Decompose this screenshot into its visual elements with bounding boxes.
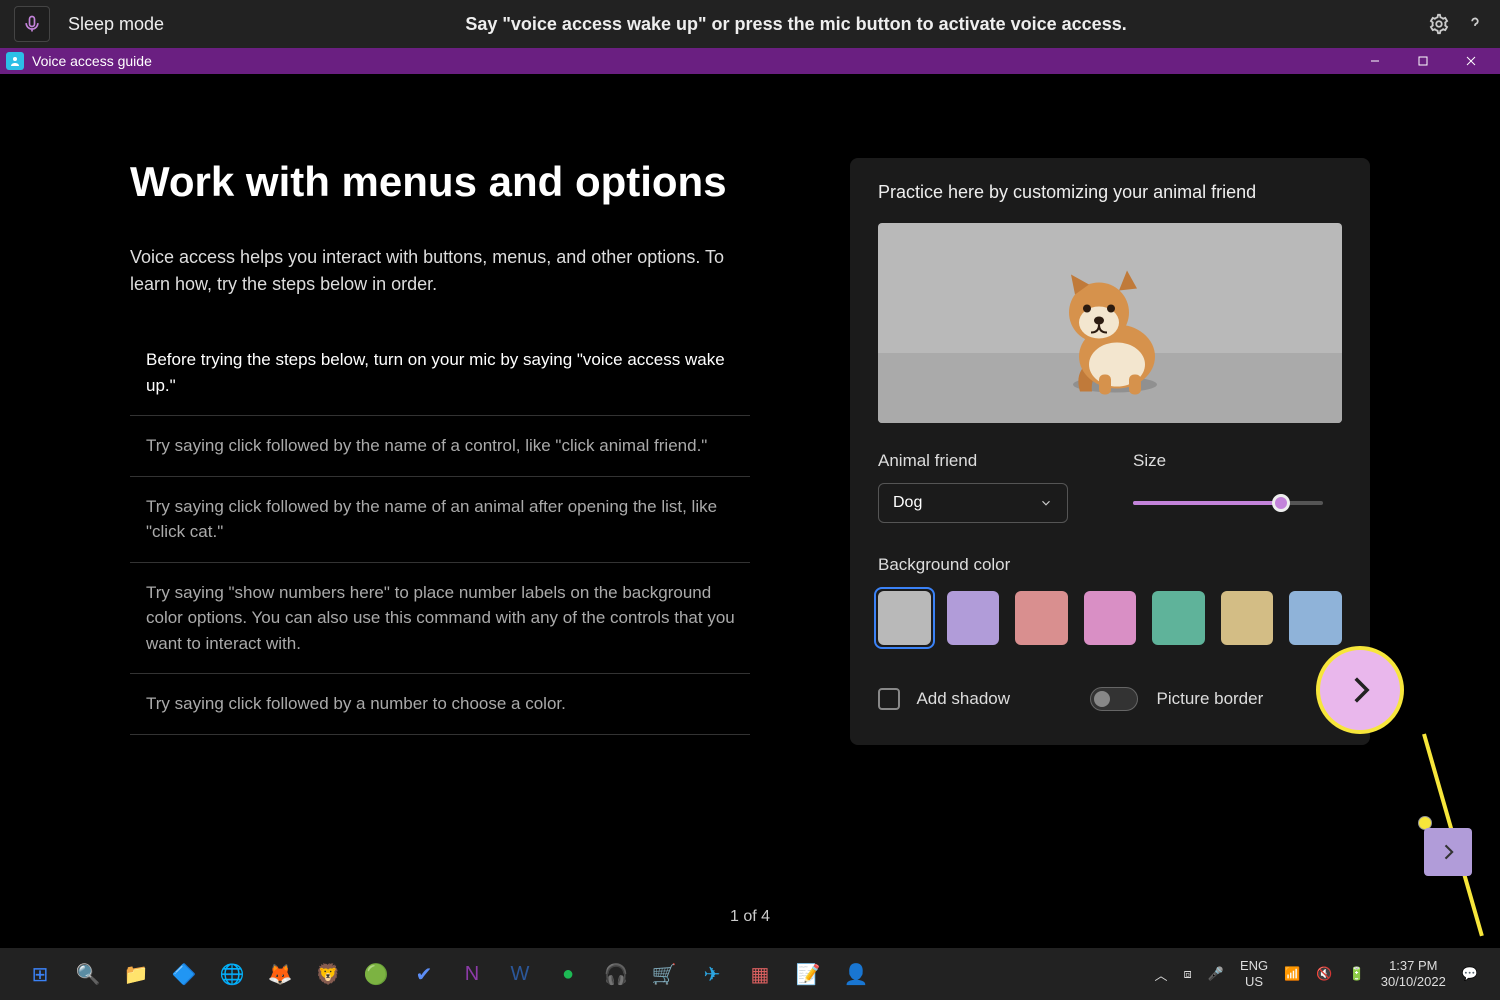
mic-button[interactable] [14, 6, 50, 42]
volume-mute-icon[interactable]: 🔇 [1316, 966, 1332, 982]
voice-status: Sleep mode [68, 14, 164, 35]
color-swatch[interactable] [947, 591, 1000, 645]
select-value: Dog [893, 494, 922, 512]
audacity-icon[interactable]: 🎧 [598, 956, 634, 992]
picture-border-label: Picture border [1156, 689, 1263, 708]
next-page-button[interactable] [1424, 828, 1472, 876]
next-page-highlight[interactable] [1316, 646, 1404, 734]
notepad-icon[interactable]: 📝 [790, 956, 826, 992]
system-tray: ︿ ⧈ 🎤 ENG US 📶 🔇 🔋 1:37 PM 30/10/2022 💬 [1155, 958, 1492, 989]
file-explorer-icon[interactable]: 📁 [118, 956, 154, 992]
clock[interactable]: 1:37 PM 30/10/2022 [1381, 958, 1446, 989]
step-item: Before trying the steps below, turn on y… [130, 330, 750, 416]
help-icon[interactable] [1464, 13, 1486, 35]
onenote-icon[interactable]: N [454, 956, 490, 992]
color-swatch[interactable] [1084, 591, 1137, 645]
dog-illustration [1035, 267, 1185, 412]
toggle-icon [1090, 687, 1138, 711]
picture-border-toggle[interactable]: Picture border [1090, 687, 1263, 711]
firefox-icon[interactable]: 🦊 [262, 956, 298, 992]
brave-icon[interactable]: 🦁 [310, 956, 346, 992]
wifi-icon[interactable]: 📶 [1284, 966, 1300, 982]
mic-icon [22, 14, 42, 34]
intro-text: Voice access helps you interact with but… [130, 244, 740, 298]
maximize-button[interactable] [1400, 48, 1446, 74]
add-shadow-checkbox[interactable]: Add shadow [878, 688, 1010, 710]
size-group: Size [1133, 451, 1342, 523]
chevron-down-icon [1039, 496, 1053, 510]
language-indicator[interactable]: ENG US [1240, 958, 1268, 989]
search-icon[interactable]: 🔍 [70, 956, 106, 992]
chevron-right-icon [1438, 842, 1458, 862]
window-title: Voice access guide [32, 53, 1352, 69]
obsidian-icon[interactable]: 🔷 [166, 956, 202, 992]
kiosk-icon[interactable]: 🛒 [646, 956, 682, 992]
color-swatch[interactable] [1015, 591, 1068, 645]
pager-text: 1 of 4 [730, 908, 770, 926]
minimize-button[interactable] [1352, 48, 1398, 74]
voice-access-guide-icon [6, 52, 24, 70]
steps-list: Before trying the steps below, turn on y… [130, 330, 750, 735]
size-slider[interactable] [1133, 483, 1342, 523]
color-swatch[interactable] [878, 591, 931, 645]
practice-panel: Practice here by customizing your animal… [850, 158, 1370, 745]
dropbox-icon[interactable]: ⧈ [1184, 966, 1192, 982]
gear-icon[interactable] [1428, 13, 1450, 35]
window-titlebar: Voice access guide [0, 48, 1500, 74]
animal-friend-group: Animal friend Dog [878, 451, 1087, 523]
practice-title: Practice here by customizing your animal… [878, 182, 1342, 203]
voice-access-bar: Sleep mode Say "voice access wake up" or… [0, 0, 1500, 48]
color-swatches [878, 591, 1342, 645]
taskbar-apps: ⊞ 🔍 📁 🔷 🌐 🦊 🦁 🟢 ✔ NW ● 🎧 🛒 ✈ ▦ 📝 👤 [8, 956, 874, 992]
step-item: Try saying click followed by the name of… [130, 416, 750, 477]
start-icon[interactable]: ⊞ [22, 956, 58, 992]
step-item: Try saying click followed by a number to… [130, 674, 750, 735]
step-item: Try saying click followed by the name of… [130, 477, 750, 563]
color-swatch[interactable] [1152, 591, 1205, 645]
background-color-label: Background color [878, 555, 1342, 575]
color-swatch[interactable] [1221, 591, 1274, 645]
instructions-panel: Work with menus and options Voice access… [130, 158, 750, 745]
voice-instruction: Say "voice access wake up" or press the … [182, 14, 1410, 35]
animal-friend-select[interactable]: Dog [878, 483, 1068, 523]
step-item: Try saying "show numbers here" to place … [130, 563, 750, 675]
telegram-icon[interactable]: ✈ [694, 956, 730, 992]
notifications-icon[interactable]: 💬 [1462, 966, 1478, 982]
add-shadow-label: Add shadow [916, 689, 1010, 708]
chevron-right-icon [1343, 673, 1377, 707]
edge-icon[interactable]: 🌐 [214, 956, 250, 992]
page-title: Work with menus and options [130, 158, 750, 206]
powertoys-icon[interactable]: ▦ [742, 956, 778, 992]
chrome-icon[interactable]: 🟢 [358, 956, 394, 992]
battery-icon[interactable]: 🔋 [1349, 966, 1365, 982]
close-button[interactable] [1448, 48, 1494, 74]
chevron-up-icon[interactable]: ︿ [1155, 965, 1168, 984]
animal-friend-label: Animal friend [878, 451, 1087, 471]
preview-area [878, 223, 1342, 423]
size-label: Size [1133, 451, 1342, 471]
spotify-icon[interactable]: ● [550, 956, 586, 992]
color-swatch[interactable] [1289, 591, 1342, 645]
mic-icon[interactable]: 🎤 [1208, 966, 1224, 982]
guide-main: Work with menus and options Voice access… [0, 74, 1500, 948]
checkbox-icon [878, 688, 900, 710]
taskbar: ⊞ 🔍 📁 🔷 🌐 🦊 🦁 🟢 ✔ NW ● 🎧 🛒 ✈ ▦ 📝 👤 ︿ ⧈ 🎤 ENG US 📶 🔇 🔋 1:… [0, 948, 1500, 1000]
voice-access-icon[interactable]: 👤 [838, 956, 874, 992]
word-icon[interactable]: W [502, 956, 538, 992]
todo-icon[interactable]: ✔ [406, 956, 442, 992]
